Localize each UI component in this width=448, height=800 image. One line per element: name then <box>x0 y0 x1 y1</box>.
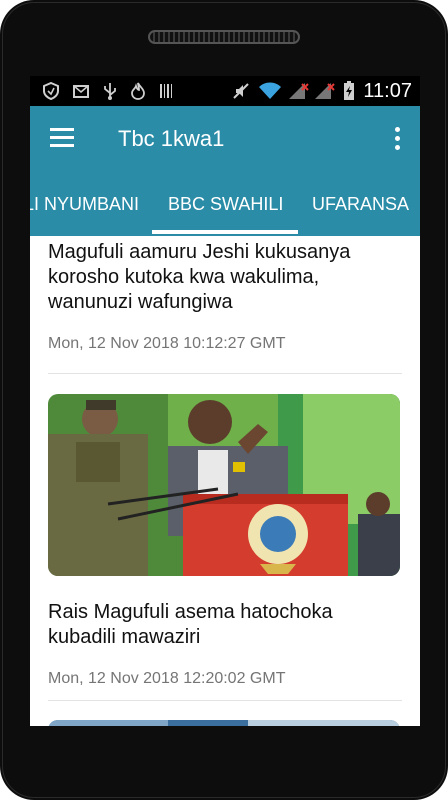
menu-icon[interactable] <box>50 128 74 152</box>
phone-frame: 11:07 Tbc 1kwa1 LI NYUMBANI BBC SWAHILI … <box>0 0 448 800</box>
article-image[interactable] <box>48 394 400 576</box>
shield-icon <box>42 82 60 100</box>
status-time: 11:07 <box>363 80 412 102</box>
app-title: Tbc 1kwa1 <box>118 126 225 151</box>
divider <box>48 700 402 701</box>
tab-bbc-swahili[interactable]: BBC SWAHILI <box>168 194 283 215</box>
wifi-icon <box>258 82 282 100</box>
usb-icon <box>102 82 118 100</box>
signal-icon <box>288 82 310 100</box>
battery-icon <box>342 81 356 100</box>
article-headline[interactable]: Rais Magufuli asema hatochoka kubadili m… <box>48 600 402 650</box>
earpiece-speaker <box>148 30 300 44</box>
article-list: Magufuli aamuru Jeshi kukusanya korosho … <box>30 236 420 726</box>
tab-nyumbani[interactable]: LI NYUMBANI <box>30 194 139 215</box>
tab-bar: LI NYUMBANI BBC SWAHILI UFARANSA <box>30 174 420 236</box>
tab-ufaransa[interactable]: UFARANSA <box>312 194 409 215</box>
article-headline[interactable]: Magufuli aamuru Jeshi kukusanya korosho … <box>48 240 402 315</box>
fire-icon <box>130 82 146 100</box>
article-image[interactable] <box>48 720 400 726</box>
more-options-icon[interactable] <box>394 126 402 152</box>
divider <box>48 373 402 374</box>
mute-icon <box>232 82 250 100</box>
list-item[interactable]: Magufuli aamuru Jeshi kukusanya korosho … <box>48 240 402 353</box>
status-bar: 11:07 <box>30 76 420 106</box>
app-bar: Tbc 1kwa1 <box>30 106 420 174</box>
barcode-icon <box>158 82 174 100</box>
list-item[interactable]: Rais Magufuli asema hatochoka kubadili m… <box>48 600 402 688</box>
gmail-icon <box>72 82 90 100</box>
article-date: Mon, 12 Nov 2018 10:12:27 GMT <box>48 335 286 352</box>
screen: 11:07 Tbc 1kwa1 LI NYUMBANI BBC SWAHILI … <box>30 76 420 726</box>
signal-icon <box>314 82 336 100</box>
article-date: Mon, 12 Nov 2018 12:20:02 GMT <box>48 670 286 687</box>
tab-indicator <box>152 230 298 234</box>
